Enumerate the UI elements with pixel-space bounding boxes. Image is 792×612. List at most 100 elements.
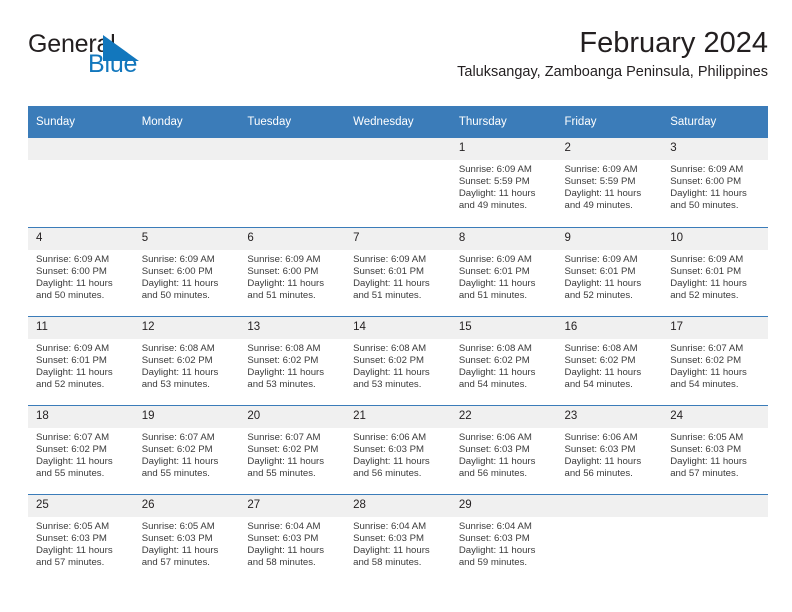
day-info-line: Daylight: 11 hours <box>247 366 325 378</box>
page-subtitle: Taluksangay, Zamboanga Peninsula, Philip… <box>457 64 768 81</box>
day-info-line: and 53 minutes. <box>141 378 210 390</box>
calendar-day-cell[interactable]: 24 Sunrise: 6:05 AM Sunset: 6:03 PM Dayligh… <box>662 404 768 494</box>
day-info-line: Sunset: 6:02 PM <box>247 354 319 366</box>
calendar-day-cell[interactable]: 22 Sunrise: 6:06 AM Sunset: 6:03 PM Dayligh… <box>450 404 557 494</box>
day-info-line: Daylight: 11 hours <box>458 455 536 467</box>
calendar-day-cell[interactable]: 2 Sunrise: 6:09 AM Sunset: 5:59 PM Daylight… <box>556 138 663 227</box>
calendar-cell-empty <box>28 138 134 227</box>
calendar-day-cell[interactable]: 28 Sunrise: 6:04 AM Sunset: 6:03 PM Dayligh… <box>345 493 451 583</box>
day-info-line: Sunset: 6:00 PM <box>670 176 742 188</box>
calendar-day-cell[interactable]: 19 Sunrise: 6:07 AM Sunset: 6:02 PM Dayligh… <box>133 404 240 494</box>
day-info-line: Sunset: 6:02 PM <box>458 354 530 366</box>
calendar-day-cell[interactable]: 9 Sunrise: 6:09 AM Sunset: 6:01 PM Daylight… <box>556 226 663 316</box>
weekday-header-wednesday: Wednesday <box>345 106 451 138</box>
day-info-line: Sunrise: 6:08 AM <box>141 342 215 354</box>
weekday-header-friday: Friday <box>556 106 663 138</box>
day-info-line: Sunrise: 6:08 AM <box>353 342 427 354</box>
day-sun-info: Sunrise: 6:05 AM Sunset: 6:03 PM Daylight:… <box>662 428 768 480</box>
day-sun-info: Sunrise: 6:06 AM Sunset: 6:03 PM Daylight:… <box>345 428 451 480</box>
calendar-body: 1 Sunrise: 6:09 AM Sunset: 5:59 PM Daylight… <box>28 138 768 583</box>
day-info-line: Sunrise: 6:07 AM <box>36 431 110 443</box>
day-info-line: Sunset: 6:01 PM <box>353 265 425 277</box>
day-info-line: Sunset: 6:00 PM <box>36 265 107 277</box>
day-sun-info: Sunrise: 6:09 AM Sunset: 6:00 PM Daylight:… <box>239 250 345 302</box>
day-number: 22 <box>450 405 557 428</box>
day-number <box>345 138 451 160</box>
calendar-day-cell[interactable]: 5 Sunrise: 6:09 AM Sunset: 6:00 PM Daylight… <box>133 226 240 316</box>
calendar-day-cell[interactable]: 25 Sunrise: 6:05 AM Sunset: 6:03 PM Dayligh… <box>28 493 134 583</box>
day-info-line: and 56 minutes. <box>564 467 633 479</box>
day-info-line: Sunrise: 6:09 AM <box>564 253 638 265</box>
day-info-line: and 53 minutes. <box>353 378 422 390</box>
calendar-day-cell[interactable]: 6 Sunrise: 6:09 AM Sunset: 6:00 PM Daylight… <box>239 226 346 316</box>
calendar-table: Sunday Monday Tuesday Wednesday Thursday Frid… <box>28 106 768 583</box>
calendar-day-cell[interactable]: 16 Sunrise: 6:08 AM Sunset: 6:02 PM Dayligh… <box>556 315 663 405</box>
calendar-day-cell[interactable]: 7 Sunrise: 6:09 AM Sunset: 6:01 PM Daylight… <box>345 226 451 316</box>
day-info-line: Sunrise: 6:09 AM <box>353 253 427 265</box>
day-info-line: Daylight: 11 hours <box>141 544 219 556</box>
day-info-line: Daylight: 11 hours <box>141 455 219 467</box>
day-number: 28 <box>345 494 451 517</box>
day-info-line: Sunset: 6:03 PM <box>670 443 742 455</box>
day-number <box>662 494 768 517</box>
calendar-week-row: 25 Sunrise: 6:05 AM Sunset: 6:03 PM Dayligh… <box>28 493 768 583</box>
calendar-day-cell[interactable]: 14 Sunrise: 6:08 AM Sunset: 6:02 PM Dayligh… <box>345 315 451 405</box>
day-info-line: Sunset: 6:03 PM <box>247 532 319 544</box>
day-number: 7 <box>345 227 451 250</box>
day-sun-info: Sunrise: 6:04 AM Sunset: 6:03 PM Daylight:… <box>345 517 451 569</box>
brand-logo[interactable]: General Blue <box>28 32 238 90</box>
calendar-day-cell[interactable]: 26 Sunrise: 6:05 AM Sunset: 6:03 PM Dayligh… <box>133 493 240 583</box>
calendar-day-cell[interactable]: 18 Sunrise: 6:07 AM Sunset: 6:02 PM Dayligh… <box>28 404 134 494</box>
calendar-day-cell[interactable]: 20 Sunrise: 6:07 AM Sunset: 6:02 PM Dayligh… <box>239 404 346 494</box>
day-info-line: Daylight: 11 hours <box>564 455 642 467</box>
calendar-day-cell[interactable]: 17 Sunrise: 6:07 AM Sunset: 6:02 PM Dayligh… <box>662 315 768 405</box>
weekday-header-saturday: Saturday <box>662 106 768 138</box>
calendar-day-cell[interactable]: 23 Sunrise: 6:06 AM Sunset: 6:03 PM Dayligh… <box>556 404 663 494</box>
day-info-line: Sunrise: 6:05 AM <box>36 520 110 532</box>
calendar-day-cell[interactable]: 13 Sunrise: 6:08 AM Sunset: 6:02 PM Dayligh… <box>239 315 346 405</box>
day-info-line: Sunset: 6:02 PM <box>247 443 319 455</box>
day-info-line: and 49 minutes. <box>458 200 528 212</box>
calendar-day-cell[interactable]: 10 Sunrise: 6:09 AM Sunset: 6:01 PM Dayligh… <box>662 226 768 316</box>
title-block: February 2024 Taluksangay, Zamboanga Pen… <box>457 27 768 81</box>
day-number: 15 <box>450 316 557 339</box>
calendar-day-cell[interactable]: 8 Sunrise: 6:09 AM Sunset: 6:01 PM Daylight… <box>450 226 557 316</box>
day-info-line: Daylight: 11 hours <box>458 366 536 378</box>
calendar-day-cell[interactable]: 15 Sunrise: 6:08 AM Sunset: 6:02 PM Dayligh… <box>450 315 557 405</box>
day-info-line: and 55 minutes. <box>247 467 316 479</box>
calendar-day-cell[interactable]: 1 Sunrise: 6:09 AM Sunset: 5:59 PM Daylight… <box>450 138 557 227</box>
day-sun-info: Sunrise: 6:09 AM Sunset: 6:01 PM Daylight:… <box>345 250 451 302</box>
calendar-day-cell[interactable]: 3 Sunrise: 6:09 AM Sunset: 6:00 PM Daylight… <box>662 138 768 227</box>
day-info-line: Sunset: 6:03 PM <box>564 443 636 455</box>
calendar-day-cell[interactable]: 12 Sunrise: 6:08 AM Sunset: 6:02 PM Dayligh… <box>133 315 240 405</box>
calendar-day-cell[interactable]: 27 Sunrise: 6:04 AM Sunset: 6:03 PM Dayligh… <box>239 493 346 583</box>
day-sun-info: Sunrise: 6:08 AM Sunset: 6:02 PM Daylight:… <box>451 339 557 391</box>
calendar-cell-empty <box>662 493 768 583</box>
day-info-line: Sunset: 6:02 PM <box>36 443 107 455</box>
calendar-day-cell[interactable]: 29 Sunrise: 6:04 AM Sunset: 6:03 PM Dayligh… <box>450 493 557 583</box>
day-info-line: Daylight: 11 hours <box>36 544 113 556</box>
day-info-line: Sunrise: 6:08 AM <box>247 342 321 354</box>
calendar-day-cell[interactable]: 4 Sunrise: 6:09 AM Sunset: 6:00 PM Daylight… <box>28 226 134 316</box>
day-info-line: and 54 minutes. <box>458 378 528 390</box>
day-info-line: Daylight: 11 hours <box>141 277 219 289</box>
day-info-line: and 54 minutes. <box>564 378 633 390</box>
day-sun-info: Sunrise: 6:09 AM Sunset: 5:59 PM Daylight:… <box>557 160 663 212</box>
day-info-line: Daylight: 11 hours <box>247 277 325 289</box>
day-info-line: and 52 minutes. <box>670 289 739 301</box>
calendar-day-cell[interactable]: 21 Sunrise: 6:06 AM Sunset: 6:03 PM Dayligh… <box>345 404 451 494</box>
day-number <box>239 138 346 160</box>
day-info-line: Daylight: 11 hours <box>670 188 747 200</box>
day-info-line: Sunset: 6:03 PM <box>36 532 107 544</box>
day-info-line: Daylight: 11 hours <box>353 366 430 378</box>
day-info-line: and 55 minutes. <box>36 467 105 479</box>
weekday-header-monday: Monday <box>133 106 240 138</box>
calendar-cell-empty <box>556 493 663 583</box>
day-number <box>28 138 134 160</box>
calendar-day-cell[interactable]: 11 Sunrise: 6:09 AM Sunset: 6:01 PM Dayligh… <box>28 315 134 405</box>
day-number: 19 <box>133 405 240 428</box>
day-info-line: Daylight: 11 hours <box>247 544 325 556</box>
day-number: 5 <box>133 227 240 250</box>
day-sun-info: Sunrise: 6:06 AM Sunset: 6:03 PM Daylight:… <box>451 428 557 480</box>
day-number: 17 <box>662 316 768 339</box>
